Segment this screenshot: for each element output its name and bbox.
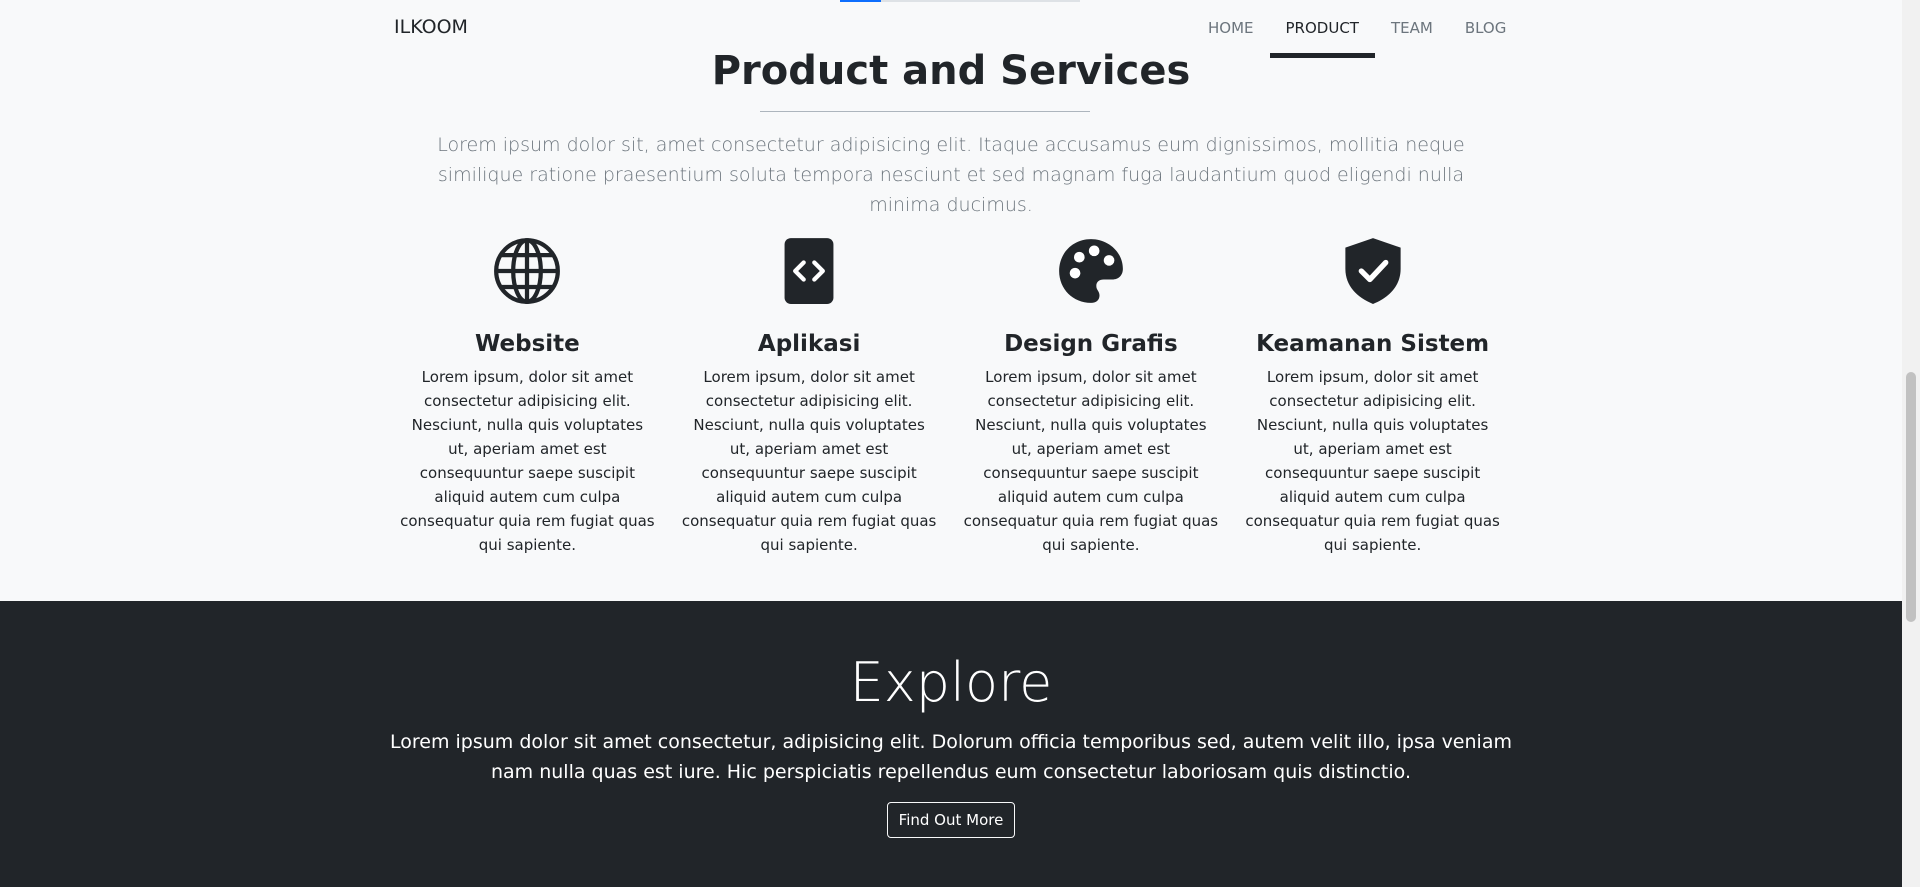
scrollbar-thumb[interactable] xyxy=(1906,372,1916,622)
service-title-design-grafis: Design Grafis xyxy=(1004,331,1178,357)
explore-text: Lorem ipsum dolor sit amet consectetur, … xyxy=(390,731,1512,783)
service-text-keamanan-sistem: Lorem ipsum, dolor sit amet consectetur … xyxy=(1245,368,1500,554)
brand-logo[interactable]: ILKOOM xyxy=(394,16,468,38)
section-title: Product and Services xyxy=(711,48,1191,94)
service-title-keamanan-sistem: Keamanan Sistem xyxy=(1256,331,1490,357)
shield-check-icon xyxy=(1239,235,1506,307)
scroll-progress-bar xyxy=(840,0,1080,2)
service-text-website: Lorem ipsum, dolor sit amet consectetur … xyxy=(400,368,655,554)
service-text-aplikasi: Lorem ipsum, dolor sit amet consectetur … xyxy=(681,368,937,554)
find-out-more-button[interactable]: Find Out More xyxy=(887,802,1015,838)
scroll-progress-fill xyxy=(840,0,881,2)
service-title-aplikasi: Aplikasi xyxy=(757,331,861,357)
service-card-website: Website Lorem ipsum, dolor sit amet cons… xyxy=(394,235,661,557)
globe-icon xyxy=(394,235,661,307)
explore-section: Explore Lorem ipsum dolor sit amet conse… xyxy=(0,601,1902,887)
code-file-icon xyxy=(676,235,943,307)
title-divider xyxy=(760,111,1090,112)
palette-icon xyxy=(958,235,1225,307)
service-card-keamanan-sistem: Keamanan Sistem Lorem ipsum, dolor sit a… xyxy=(1239,235,1506,557)
service-text-design-grafis: Lorem ipsum, dolor sit amet consectetur … xyxy=(963,368,1219,554)
explore-title: Explore xyxy=(849,651,1053,714)
service-title-website: Website xyxy=(474,331,580,357)
service-card-aplikasi: Aplikasi Lorem ipsum, dolor sit amet con… xyxy=(676,235,943,557)
services-row: Website Lorem ipsum, dolor sit amet cons… xyxy=(394,235,1506,557)
page-scrollbar[interactable] xyxy=(1902,0,1920,887)
service-card-design-grafis: Design Grafis Lorem ipsum, dolor sit ame… xyxy=(958,235,1225,557)
section-description: Lorem ipsum dolor sit, amet consectetur … xyxy=(437,134,1465,216)
